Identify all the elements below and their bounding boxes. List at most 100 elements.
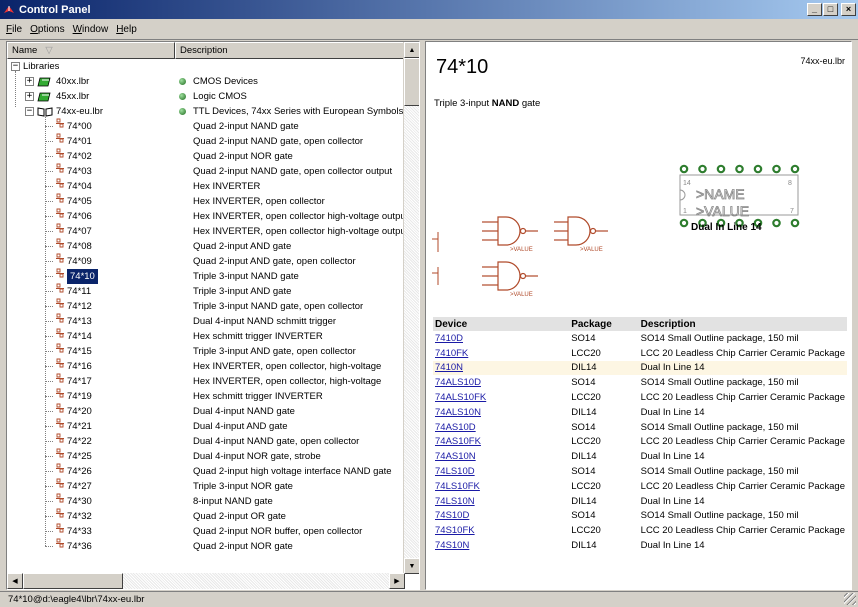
scroll-down-button[interactable]: ▼ <box>404 558 419 574</box>
tree-device-item[interactable]: 74*26 Quad 2-input high voltage interface… <box>7 463 405 479</box>
th-description[interactable]: Description <box>638 317 847 331</box>
device-link[interactable]: 74AS10FK <box>433 435 569 450</box>
description-cell: Dual In Line 14 <box>638 360 847 376</box>
tree-device-item[interactable]: 74*20 Dual 4-input NAND gate <box>7 403 405 419</box>
column-header-description[interactable]: Description <box>175 42 405 59</box>
tree-device-item[interactable]: 74*05 Hex INVERTER, open collector <box>7 193 405 209</box>
tree-device-item[interactable]: 74*14 Hex schmitt trigger INVERTER <box>7 328 405 344</box>
tree-device-item[interactable]: 74*16 Hex INVERTER, open collector, high-… <box>7 358 405 374</box>
device-link[interactable]: 74ALS10D <box>433 375 569 390</box>
tree-device-item[interactable]: 74*01 Quad 2-input NAND gate, open collec… <box>7 133 405 149</box>
table-row[interactable]: 74ALS10D SO14 SO14 Small Outline package, … <box>433 375 847 390</box>
scroll-thumb[interactable] <box>404 58 419 106</box>
tree-device-item[interactable]: 74*19 Hex schmitt trigger INVERTER <box>7 388 405 404</box>
tree-connector <box>45 336 53 337</box>
expand-icon[interactable]: + <box>25 77 34 86</box>
tree-device-item[interactable]: 74*12 Triple 3-input NAND gate, open coll… <box>7 298 405 314</box>
device-link[interactable]: 74LS10D <box>433 464 569 479</box>
device-link[interactable]: 74LS10FK <box>433 479 569 494</box>
device-link[interactable]: 7410FK <box>433 346 569 361</box>
tree-device-item[interactable]: 74*36 Quad 2-input NOR gate <box>7 538 405 554</box>
tree-device-item[interactable]: 74*32 Quad 2-input OR gate <box>7 508 405 524</box>
table-row[interactable]: 74ALS10FK LCC20 LCC 20 Leadless Chip Carri… <box>433 390 847 405</box>
table-row[interactable]: 74LS10N DIL14 Dual In Line 14 <box>433 494 847 509</box>
tree-device-item[interactable]: 74*08 Quad 2-input AND gate <box>7 238 405 254</box>
tree-device-item[interactable]: 74*13 Dual 4-input NAND schmitt trigger <box>7 313 405 329</box>
description-cell: Dual In Line 14 <box>640 451 705 463</box>
resize-grip[interactable] <box>844 593 856 605</box>
column-header-name[interactable]: Name ▽ <box>7 42 175 59</box>
table-row[interactable]: 74S10N DIL14 Dual In Line 14 <box>433 538 847 553</box>
tree-device-item[interactable]: 74*10 Triple 3-input NAND gate <box>7 268 405 284</box>
nand-gate-symbol <box>554 216 608 246</box>
package-cell: LCC20 <box>571 525 601 537</box>
tree-horizontal-scrollbar[interactable]: ◀ ▶ <box>7 573 405 589</box>
menu-help[interactable]: Help <box>112 24 141 35</box>
package-cell: LCC20 <box>571 392 601 404</box>
close-button[interactable]: × <box>841 3 856 16</box>
scroll-left-button[interactable]: ◀ <box>7 573 23 589</box>
tree-library-item[interactable]: − 74xx-eu.lbr TTL Devices, 74xx Series wit… <box>7 104 405 119</box>
scroll-right-button[interactable]: ▶ <box>389 573 405 589</box>
menu-window[interactable]: Window <box>69 24 113 35</box>
tree-device-item[interactable]: 74*04 Hex INVERTER <box>7 178 405 194</box>
tree-connector <box>45 216 53 217</box>
collapse-icon[interactable]: − <box>25 107 34 116</box>
tree-device-item[interactable]: 74*21 Dual 4-input AND gate <box>7 418 405 434</box>
table-row[interactable]: 74S10FK LCC20 LCC 20 Leadless Chip Carrier… <box>433 523 847 538</box>
tree-device-item[interactable]: 74*25 Dual 4-input NOR gate, strobe <box>7 448 405 464</box>
device-link[interactable]: 7410D <box>433 331 569 346</box>
tree-root-libraries[interactable]: − Libraries <box>7 59 405 74</box>
book-icon <box>37 77 51 86</box>
minimize-button[interactable]: _ <box>807 3 822 16</box>
tree-device-item[interactable]: 74*03 Quad 2-input NAND gate, open collec… <box>7 163 405 179</box>
table-row[interactable]: 7410D SO14 SO14 Small Outline package, 150… <box>433 331 847 346</box>
menu-file[interactable]: File <box>2 24 26 35</box>
tree-vertical-scrollbar[interactable]: ▲ ▼ <box>403 42 419 574</box>
tree-library-item[interactable]: +45xx.lbr Logic CMOS <box>7 89 405 104</box>
device-link[interactable]: 74AS10D <box>433 420 569 435</box>
th-package[interactable]: Package <box>569 317 639 331</box>
hscroll-thumb[interactable] <box>23 573 123 589</box>
table-row[interactable]: 74ALS10N DIL14 Dual In Line 14 <box>433 405 847 420</box>
title-bar[interactable]: Control Panel _ □ × <box>0 0 858 19</box>
pin-14-label: 14 <box>683 180 691 187</box>
tree-device-item[interactable]: 74*06 Hex INVERTER, open collector high-v… <box>7 208 405 224</box>
table-row[interactable]: 74LS10D SO14 SO14 Small Outline package, 1… <box>433 464 847 479</box>
tree-device-item[interactable]: 74*33 Quad 2-input NOR buffer, open colle… <box>7 523 405 539</box>
tree-device-item[interactable]: 74*17 Hex INVERTER, open collector, high-… <box>7 373 405 389</box>
tree-device-item[interactable]: 74*30 8-input NAND gate <box>7 493 405 509</box>
tree-device-item[interactable]: 74*07 Hex INVERTER, open collector high-v… <box>7 223 405 239</box>
tree-library-item[interactable]: +40xx.lbr CMOS Devices <box>7 74 405 89</box>
table-row[interactable]: 7410N DIL14 Dual In Line 14 <box>433 360 847 376</box>
tree-device-item[interactable]: 74*09 Quad 2-input AND gate, open collect… <box>7 253 405 269</box>
table-row[interactable]: 74S10D SO14 SO14 Small Outline package, 15… <box>433 509 847 524</box>
scroll-up-button[interactable]: ▲ <box>404 42 419 58</box>
table-row[interactable]: 7410FK LCC20 LCC 20 Leadless Chip Carrier … <box>433 346 847 361</box>
device-link[interactable]: 7410N <box>433 360 570 376</box>
minimize-icon: _ <box>811 4 817 14</box>
table-row[interactable]: 74AS10N DIL14 Dual In Line 14 <box>433 449 847 464</box>
device-link[interactable]: 74AS10N <box>433 449 569 464</box>
expand-icon[interactable]: + <box>25 92 34 101</box>
tree-device-item[interactable]: 74*02 Quad 2-input NOR gate <box>7 148 405 164</box>
device-link[interactable]: 74ALS10FK <box>433 390 569 405</box>
table-row[interactable]: 74AS10FK LCC20 LCC 20 Leadless Chip Carrie… <box>433 435 847 450</box>
tree-device-item[interactable]: 74*27 Triple 3-input NOR gate <box>7 478 405 494</box>
table-row[interactable]: 74LS10FK LCC20 LCC 20 Leadless Chip Carrie… <box>433 479 847 494</box>
tree-device-item[interactable]: 74*22 Dual 4-input NAND gate, open collec… <box>7 433 405 449</box>
table-row[interactable]: 74AS10D SO14 SO14 Small Outline package, 1… <box>433 420 847 435</box>
device-description: Hex INVERTER <box>193 181 261 192</box>
device-link[interactable]: 74S10FK <box>433 523 569 538</box>
th-device[interactable]: Device <box>433 317 570 331</box>
maximize-button[interactable]: □ <box>823 3 838 16</box>
device-link[interactable]: 74S10N <box>433 538 569 553</box>
tree-device-item[interactable]: 74*00 Quad 2-input NAND gate <box>7 118 405 134</box>
tree-device-item[interactable]: 74*15 Triple 3-input AND gate, open colle… <box>7 343 405 359</box>
collapse-icon[interactable]: − <box>11 62 20 71</box>
device-link[interactable]: 74LS10N <box>433 494 569 509</box>
tree-device-item[interactable]: 74*11 Triple 3-input AND gate <box>7 283 405 299</box>
device-link[interactable]: 74S10D <box>433 509 569 524</box>
menu-options[interactable]: Options <box>26 24 68 35</box>
device-link[interactable]: 74ALS10N <box>433 405 569 420</box>
